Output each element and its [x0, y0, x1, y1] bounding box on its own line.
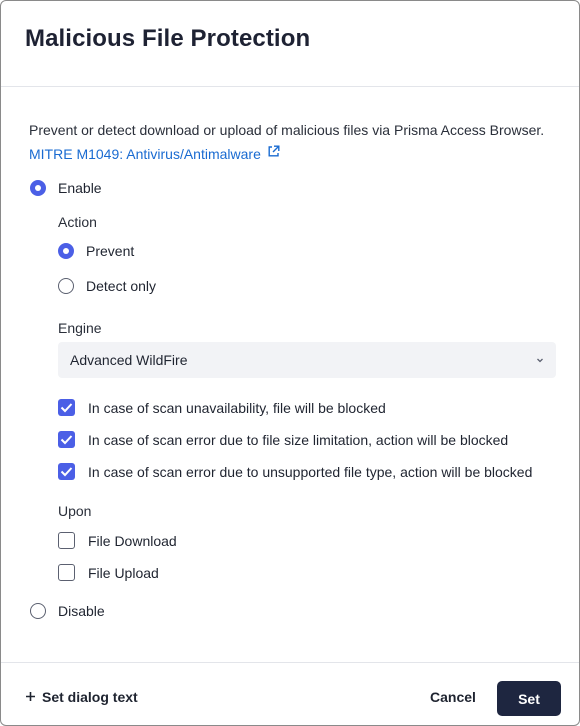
unsupported-file-type-checkbox[interactable] — [58, 463, 75, 480]
disable-label: Disable — [58, 603, 105, 619]
file-upload-label: File Upload — [88, 564, 159, 581]
external-link-icon — [267, 145, 280, 158]
dialog-header: Malicious File Protection — [1, 1, 579, 87]
enable-label: Enable — [58, 180, 102, 196]
enable-option[interactable]: Enable — [30, 180, 102, 196]
action-heading: Action — [58, 214, 97, 230]
engine-heading: Engine — [58, 320, 102, 336]
upon-file-upload[interactable]: File Upload — [58, 564, 159, 581]
upon-file-download[interactable]: File Download — [58, 532, 177, 549]
unsupported-file-type-label: In case of scan error due to unsupported… — [88, 463, 533, 480]
prevent-radio[interactable] — [58, 243, 74, 259]
scan-unavailability-label: In case of scan unavailability, file wil… — [88, 399, 386, 416]
file-upload-checkbox[interactable] — [58, 564, 75, 581]
chevron-down-icon — [534, 353, 546, 365]
mitre-link-label: MITRE M1049: Antivirus/Antimalware — [29, 146, 261, 162]
file-size-limitation-label: In case of scan error due to file size l… — [88, 431, 509, 448]
set-button-label: Set — [518, 690, 540, 707]
set-button[interactable]: Set — [497, 681, 561, 716]
file-download-checkbox[interactable] — [58, 532, 75, 549]
cancel-button[interactable]: Cancel — [430, 689, 476, 705]
action-option-detect-only[interactable]: Detect only — [58, 278, 156, 294]
engine-select[interactable]: Advanced WildFire — [58, 342, 556, 378]
disable-radio[interactable] — [30, 603, 46, 619]
check-unsupported-file-type[interactable]: In case of scan error due to unsupported… — [58, 463, 532, 480]
upon-heading: Upon — [58, 503, 92, 519]
mitre-link[interactable]: MITRE M1049: Antivirus/Antimalware — [29, 145, 280, 162]
prevent-label: Prevent — [86, 243, 135, 259]
check-scan-unavailability[interactable]: In case of scan unavailability, file wil… — [58, 399, 386, 416]
dialog-footer: Set dialog text Cancel Set — [1, 662, 579, 725]
description-text: Prevent or detect download or upload of … — [29, 122, 545, 138]
dialog-title: Malicious File Protection — [25, 25, 311, 52]
action-option-prevent[interactable]: Prevent — [58, 243, 134, 259]
dialog-body: Prevent or detect download or upload of … — [1, 87, 579, 663]
scan-unavailability-checkbox[interactable] — [58, 399, 75, 416]
detect-only-label: Detect only — [86, 278, 157, 294]
set-dialog-text-label: Set dialog text — [42, 689, 138, 705]
malicious-file-protection-dialog: Malicious File Protection Prevent or det… — [0, 0, 580, 726]
check-file-size-limitation[interactable]: In case of scan error due to file size l… — [58, 431, 508, 448]
engine-select-value: Advanced WildFire — [70, 352, 188, 368]
set-dialog-text-button[interactable]: Set dialog text — [25, 689, 138, 705]
disable-option[interactable]: Disable — [30, 603, 105, 619]
plus-icon — [25, 689, 36, 705]
file-download-label: File Download — [88, 532, 177, 549]
detect-only-radio[interactable] — [58, 278, 74, 294]
file-size-limitation-checkbox[interactable] — [58, 431, 75, 448]
enable-radio[interactable] — [30, 180, 46, 196]
